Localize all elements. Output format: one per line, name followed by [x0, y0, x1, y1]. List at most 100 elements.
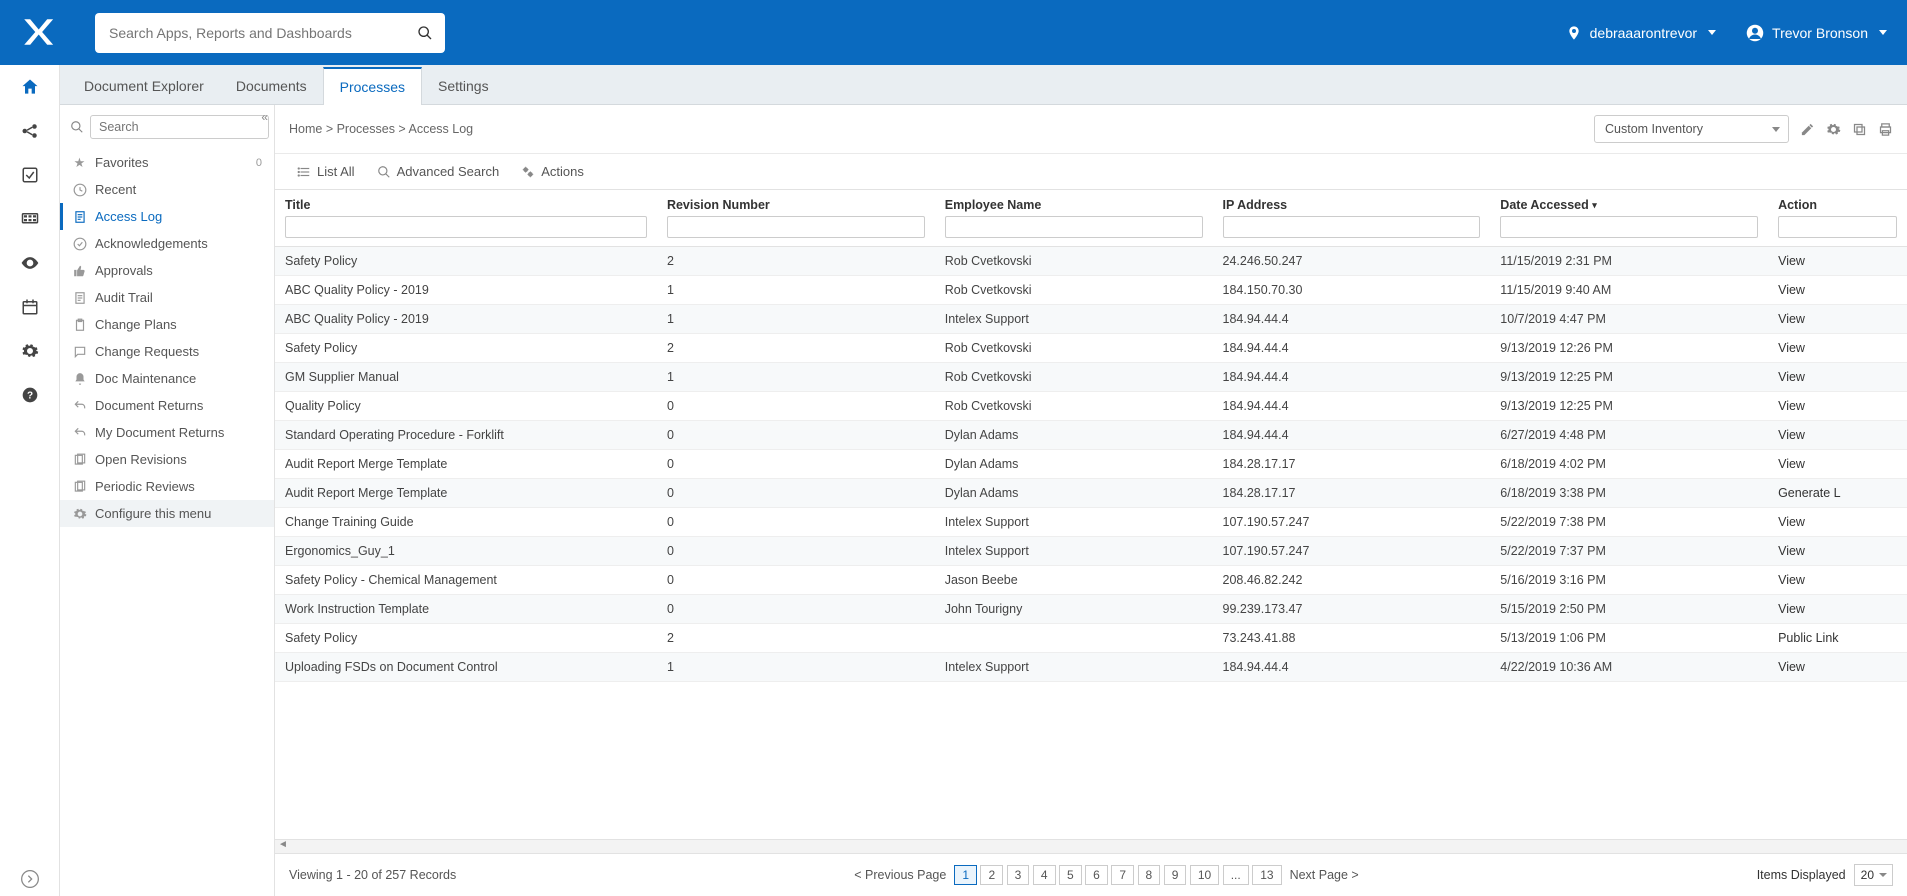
rail-grid-icon[interactable] [20, 209, 40, 229]
table-row[interactable]: Safety Policy - Chemical Management0Jaso… [275, 566, 1907, 595]
table-row[interactable]: Safety Policy2Rob Cvetkovski24.246.50.24… [275, 247, 1907, 276]
advanced-search-button[interactable]: Advanced Search [377, 164, 500, 179]
sidebar-item-acknowledgements[interactable]: Acknowledgements [60, 230, 274, 257]
custom-inventory-dropdown[interactable]: Custom Inventory [1594, 115, 1789, 143]
table-row[interactable]: Audit Report Merge Template0Dylan Adams1… [275, 479, 1907, 508]
page-13[interactable]: 13 [1252, 865, 1281, 885]
next-page[interactable]: Next Page > [1286, 868, 1363, 882]
sidebar-item-open-revisions[interactable]: Open Revisions [60, 446, 274, 473]
page-4[interactable]: 4 [1033, 865, 1056, 885]
location-selector[interactable]: debraaarontrevor [1566, 25, 1716, 41]
page-3[interactable]: 3 [1007, 865, 1030, 885]
row-action-link[interactable]: View [1778, 312, 1805, 326]
tab-processes[interactable]: Processes [323, 67, 422, 105]
row-action-link[interactable]: View [1778, 602, 1805, 616]
page-10[interactable]: 10 [1190, 865, 1219, 885]
rail-home-icon[interactable] [20, 77, 40, 97]
rail-share-icon[interactable] [20, 121, 40, 141]
col-revision[interactable]: Revision Number [657, 190, 935, 247]
sidebar-configure[interactable]: Configure this menu [60, 500, 274, 527]
rail-help-icon[interactable]: ? [20, 385, 40, 405]
row-action-link[interactable]: View [1778, 428, 1805, 442]
row-action-link[interactable]: Generate L [1778, 486, 1841, 500]
list-all-button[interactable]: List All [297, 164, 355, 179]
sidebar-recent[interactable]: Recent [60, 176, 274, 203]
table-row[interactable]: Quality Policy0Rob Cvetkovski184.94.44.4… [275, 392, 1907, 421]
sidebar-item-change-requests[interactable]: Change Requests [60, 338, 274, 365]
table-row[interactable]: Work Instruction Template0John Tourigny9… [275, 595, 1907, 624]
print-icon[interactable] [1877, 121, 1893, 137]
row-action-link[interactable]: Public Link [1778, 631, 1838, 645]
sidebar-item-periodic-reviews[interactable]: Periodic Reviews [60, 473, 274, 500]
page-7[interactable]: 7 [1111, 865, 1134, 885]
page-2[interactable]: 2 [980, 865, 1003, 885]
table-row[interactable]: Standard Operating Procedure - Forklift0… [275, 421, 1907, 450]
page-1[interactable]: 1 [954, 865, 977, 885]
table-row[interactable]: ABC Quality Policy - 20191Rob Cvetkovski… [275, 276, 1907, 305]
sidebar-item-access-log[interactable]: Access Log [60, 203, 274, 230]
row-action-link[interactable]: View [1778, 573, 1805, 587]
row-action-link[interactable]: View [1778, 399, 1805, 413]
tab-document-explorer[interactable]: Document Explorer [68, 68, 220, 104]
rail-calendar-icon[interactable] [20, 297, 40, 317]
table-row[interactable]: GM Supplier Manual1Rob Cvetkovski184.94.… [275, 363, 1907, 392]
col-ip[interactable]: IP Address [1213, 190, 1491, 247]
sidebar-search-input[interactable] [90, 115, 269, 139]
global-search-input[interactable] [107, 24, 417, 42]
table-row[interactable]: Audit Report Merge Template0Dylan Adams1… [275, 450, 1907, 479]
gear-icon[interactable] [1825, 121, 1841, 137]
tab-documents[interactable]: Documents [220, 68, 323, 104]
table-row[interactable]: Safety Policy2Rob Cvetkovski184.94.44.49… [275, 334, 1907, 363]
rail-eye-icon[interactable] [20, 253, 40, 273]
filter-title[interactable] [285, 216, 647, 238]
sidebar-item-change-plans[interactable]: Change Plans [60, 311, 274, 338]
filter-action[interactable] [1778, 216, 1897, 238]
col-action[interactable]: Action [1768, 190, 1907, 247]
rail-expand-icon[interactable] [20, 876, 40, 896]
col-employee[interactable]: Employee Name [935, 190, 1213, 247]
table-row[interactable]: Ergonomics_Guy_10Intelex Support107.190.… [275, 537, 1907, 566]
sidebar-item-doc-maintenance[interactable]: Doc Maintenance [60, 365, 274, 392]
table-row[interactable]: ABC Quality Policy - 20191Intelex Suppor… [275, 305, 1907, 334]
filter-date[interactable] [1500, 216, 1758, 238]
page-5[interactable]: 5 [1059, 865, 1082, 885]
pencil-icon[interactable] [1799, 121, 1815, 137]
sidebar-item-document-returns[interactable]: Document Returns [60, 392, 274, 419]
page-6[interactable]: 6 [1085, 865, 1108, 885]
row-action-link[interactable]: View [1778, 370, 1805, 384]
sidebar-collapse-icon[interactable]: « [261, 110, 268, 124]
items-per-page-select[interactable]: 20 [1854, 864, 1893, 886]
sidebar-item-approvals[interactable]: Approvals [60, 257, 274, 284]
horizontal-scrollbar[interactable] [275, 839, 1907, 853]
row-action-link[interactable]: View [1778, 457, 1805, 471]
rail-checkbox-icon[interactable] [20, 165, 40, 185]
page-8[interactable]: 8 [1138, 865, 1161, 885]
row-action-link[interactable]: View [1778, 341, 1805, 355]
actions-menu[interactable]: Actions [521, 164, 584, 179]
breadcrumb[interactable]: Home > Processes > Access Log [289, 122, 473, 136]
sidebar-item-my-document-returns[interactable]: My Document Returns [60, 419, 274, 446]
sidebar-favorites[interactable]: ★Favorites 0 [60, 149, 274, 176]
tab-settings[interactable]: Settings [422, 68, 505, 104]
global-search[interactable] [95, 13, 445, 53]
row-action-link[interactable]: View [1778, 283, 1805, 297]
sidebar-item-audit-trail[interactable]: Audit Trail [60, 284, 274, 311]
row-action-link[interactable]: View [1778, 254, 1805, 268]
copy-icon[interactable] [1851, 121, 1867, 137]
row-action-link[interactable]: View [1778, 515, 1805, 529]
filter-employee[interactable] [945, 216, 1203, 238]
row-action-link[interactable]: View [1778, 544, 1805, 558]
prev-page[interactable]: < Previous Page [850, 868, 950, 882]
col-title[interactable]: Title [275, 190, 657, 247]
location-pin-icon [1566, 25, 1582, 41]
table-row[interactable]: Uploading FSDs on Document Control1Intel… [275, 653, 1907, 682]
rail-gear-icon[interactable] [20, 341, 40, 361]
filter-ip[interactable] [1223, 216, 1481, 238]
page-9[interactable]: 9 [1164, 865, 1187, 885]
table-row[interactable]: Safety Policy273.243.41.885/13/2019 1:06… [275, 624, 1907, 653]
filter-revision[interactable] [667, 216, 925, 238]
col-date[interactable]: Date Accessed ▾ [1490, 190, 1768, 247]
row-action-link[interactable]: View [1778, 660, 1805, 674]
table-row[interactable]: Change Training Guide0Intelex Support107… [275, 508, 1907, 537]
user-menu[interactable]: Trevor Bronson [1746, 24, 1887, 42]
